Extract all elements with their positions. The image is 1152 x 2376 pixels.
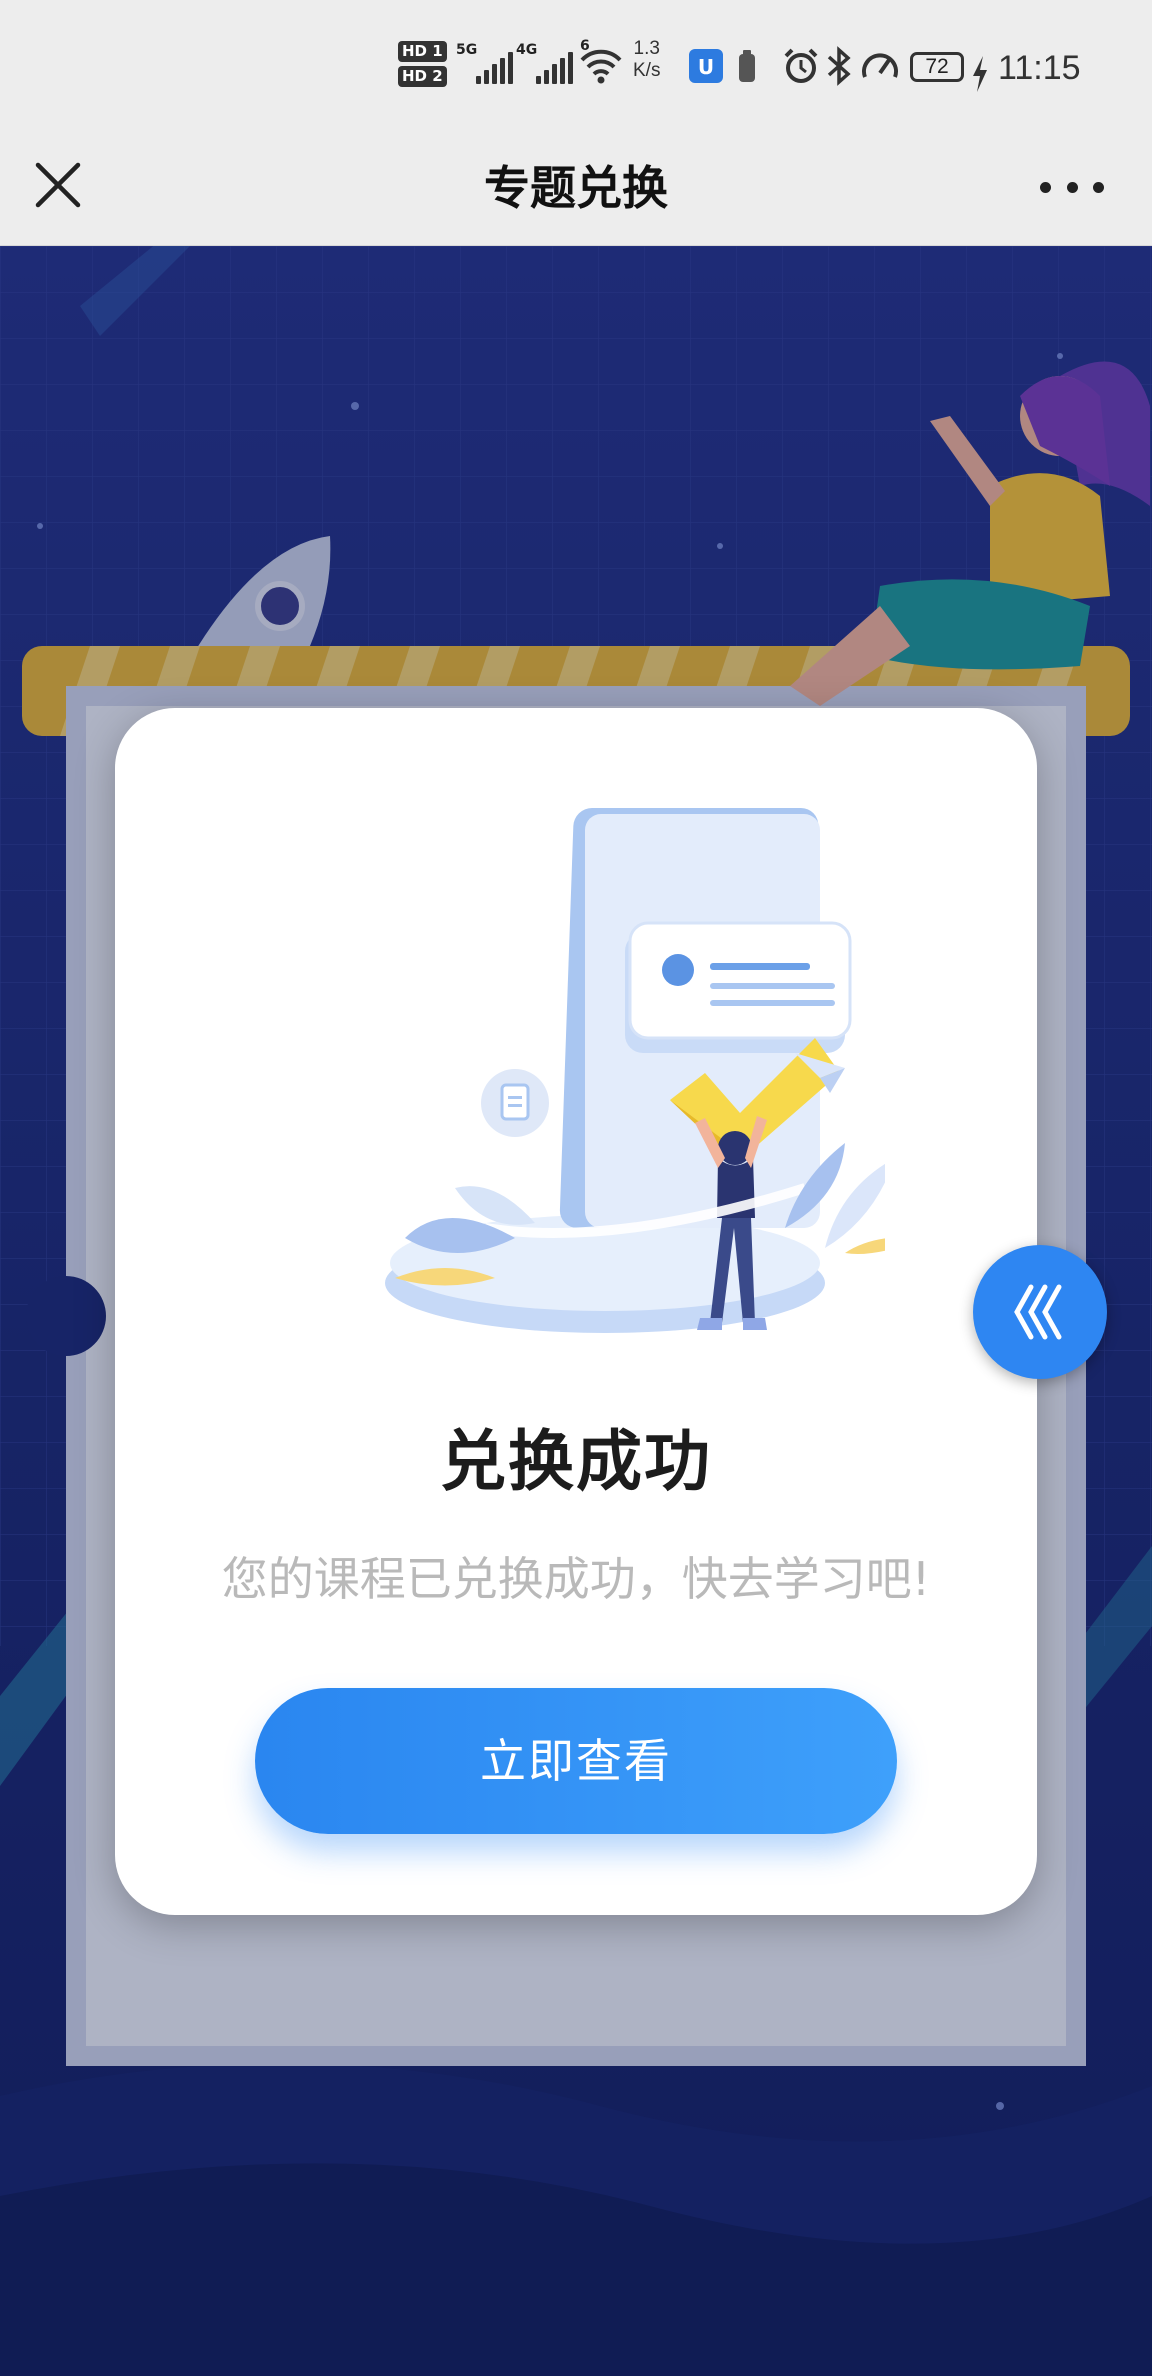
success-title: 兑换成功 bbox=[440, 1423, 712, 1500]
speedometer-icon bbox=[860, 38, 900, 94]
signal-5g-icon: 5G bbox=[456, 38, 513, 94]
wifi-tag: 6 bbox=[580, 38, 590, 54]
more-icon-dot bbox=[1066, 181, 1078, 193]
success-subtitle: 您的课程已兑换成功，快去学习吧! bbox=[221, 1552, 931, 1606]
signal-4g-tag: 4G bbox=[516, 42, 538, 58]
wifi-icon: 6 bbox=[578, 38, 624, 94]
charging-icon bbox=[970, 46, 990, 102]
title-bar: 专题兑换 bbox=[0, 130, 1152, 246]
chevrons-left-icon bbox=[1014, 1284, 1062, 1340]
more-button[interactable] bbox=[1040, 165, 1104, 209]
signal-5g-tag: 5G bbox=[456, 42, 478, 58]
bluetooth-icon bbox=[824, 38, 854, 94]
hd-badges: HD 1 HD 2 bbox=[398, 36, 447, 92]
alarm-icon bbox=[782, 38, 820, 94]
success-dialog: 兑换成功 您的课程已兑换成功，快去学习吧! 立即查看 bbox=[115, 708, 1037, 1915]
battery-icon: 72 bbox=[910, 52, 964, 82]
battery-level: 72 bbox=[925, 55, 949, 78]
more-icon-dot bbox=[1093, 181, 1104, 193]
speed-unit: K/s bbox=[633, 60, 661, 81]
storage-icon bbox=[736, 38, 758, 94]
floating-expand-button[interactable] bbox=[973, 1245, 1107, 1379]
status-time: 11:15 bbox=[998, 48, 1081, 87]
hd2-badge: HD 2 bbox=[398, 66, 447, 87]
signal-4g-icon: 4G bbox=[516, 38, 573, 94]
hd1-badge: HD 1 bbox=[398, 41, 447, 62]
status-bar: HD 1 HD 2 5G 4G 6 1.3 K/s U 72 11:15 bbox=[0, 0, 1152, 130]
app-notification-icon: U bbox=[688, 38, 724, 94]
page-title: 专题兑换 bbox=[484, 161, 668, 215]
more-icon-dot bbox=[1040, 181, 1051, 193]
network-speed: 1.3 K/s bbox=[633, 38, 660, 94]
success-illustration bbox=[385, 808, 885, 1333]
svg-text:U: U bbox=[698, 55, 714, 79]
view-now-button[interactable]: 立即查看 bbox=[255, 1688, 897, 1834]
speed-value: 1.3 bbox=[633, 38, 660, 59]
